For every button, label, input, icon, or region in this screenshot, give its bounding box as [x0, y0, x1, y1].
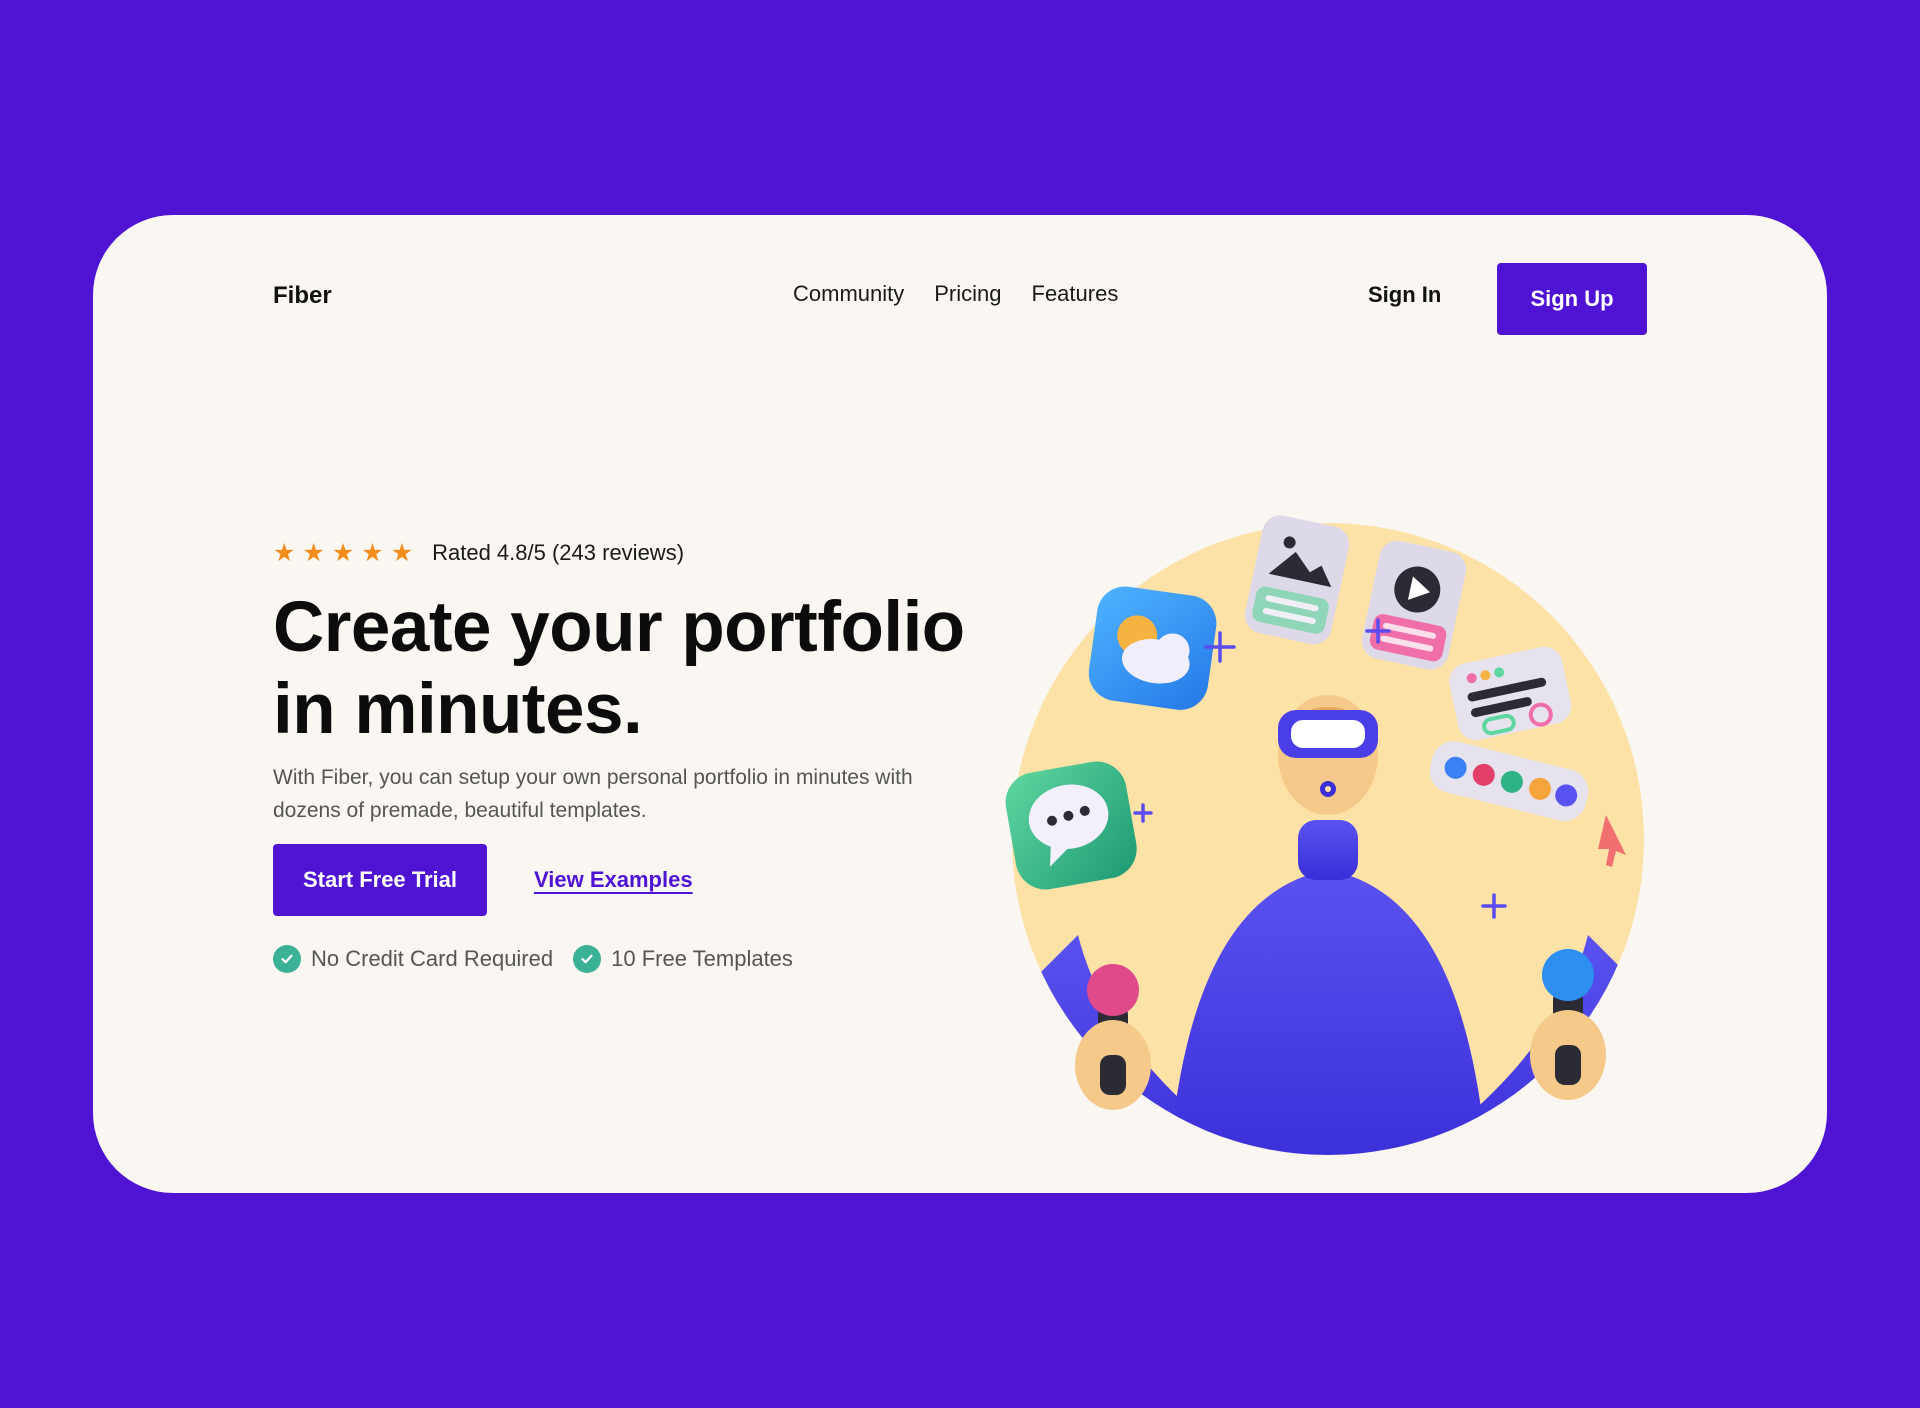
feature-label: No Credit Card Required: [311, 946, 554, 971]
feature-item: No Credit Card Required: [273, 945, 553, 973]
sign-in-link[interactable]: Sign In: [1368, 282, 1441, 308]
star-icon: ★: [390, 538, 414, 567]
headline-line-1: Create your portfolio: [273, 588, 965, 667]
start-free-trial-button[interactable]: Start Free Trial: [273, 844, 487, 916]
star-icon: ★: [273, 538, 296, 567]
weather-icon: [1088, 586, 1217, 710]
main-nav: Community Pricing Features: [793, 281, 1118, 307]
nav-item-pricing[interactable]: Pricing: [934, 281, 1001, 307]
star-icon: ★: [302, 538, 325, 567]
rating-stars: ★ ★ ★ ★ ★: [273, 538, 414, 567]
check-circle-icon: [273, 945, 301, 973]
star-icon: ★: [361, 538, 384, 567]
sign-up-button[interactable]: Sign Up: [1497, 263, 1647, 335]
page-title: Create your portfolio in minutes.: [273, 587, 1033, 751]
headline-line-2: in minutes.: [273, 670, 643, 749]
hero-description: With Fiber, you can setup your own perso…: [273, 766, 913, 822]
rating: ★ ★ ★ ★ ★ Rated 4.8/5 (243 reviews): [273, 540, 684, 566]
nav-item-features[interactable]: Features: [1032, 281, 1119, 307]
nav-item-community[interactable]: Community: [793, 281, 904, 307]
chat-bubble-icon: [1005, 761, 1137, 890]
feature-label: 10 Free Templates: [611, 946, 793, 971]
logo[interactable]: Fiber: [273, 282, 332, 310]
hero-card: Fiber Community Pricing Features Sign In…: [93, 215, 1827, 1193]
star-icon: ★: [331, 538, 355, 567]
check-circle-icon: [573, 945, 602, 973]
feature-list: No Credit Card Required 10 Free Template…: [273, 945, 793, 973]
feature-item: 10 Free Templates: [573, 945, 793, 973]
rating-text: Rated 4.8/5 (243 reviews): [432, 540, 685, 565]
view-examples-link[interactable]: View Examples: [534, 867, 693, 893]
hero-illustration: [998, 415, 1718, 1155]
